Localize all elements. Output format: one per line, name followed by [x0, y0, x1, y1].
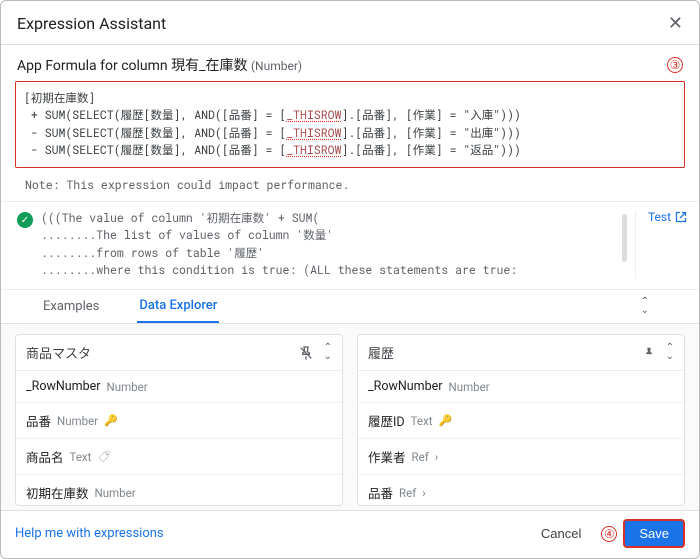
panel-collapse-toggle[interactable]: ⌃⌄ — [666, 344, 674, 361]
chevron-right-icon: › — [422, 486, 425, 500]
tab-data-explorer[interactable]: Data Explorer — [137, 290, 219, 323]
test-column: Test — [635, 210, 699, 279]
table-row[interactable]: 作業者Ref› — [358, 439, 684, 475]
table-row[interactable]: 品番Ref› — [358, 475, 684, 505]
table-row[interactable]: _RowNumberNumber — [358, 371, 684, 403]
chevron-right-icon: › — [435, 450, 438, 464]
column-list: _RowNumberNumber 履歴IDText🔑 作業者Ref› 品番Ref… — [358, 371, 684, 505]
test-link[interactable]: Test — [648, 210, 687, 224]
expression-validation-panel: ✓ (((The value of column '初期在庫数' + SUM( … — [1, 202, 699, 290]
tabs-collapse-toggle[interactable]: ⌃⌄ — [641, 298, 659, 315]
table-panel-header: 履歴 ⌃⌄ — [358, 335, 684, 371]
close-button[interactable]: ✕ — [668, 13, 683, 34]
table-name: 商品マスタ — [26, 343, 91, 362]
formula-context-label: App Formula for column 現有_在庫数 (Number) — [17, 55, 302, 75]
callout-badge-3: ③ — [667, 57, 683, 73]
panel-collapse-toggle[interactable]: ⌃⌄ — [324, 344, 332, 361]
pin-icon[interactable] — [642, 346, 656, 360]
subheader: App Formula for column 現有_在庫数 (Number) ③ — [1, 45, 699, 81]
table-row[interactable]: 履歴IDText🔑 — [358, 403, 684, 439]
tabs-bar: Examples Data Explorer ⌃⌄ — [1, 290, 699, 324]
cancel-button[interactable]: Cancel — [531, 520, 591, 547]
table-row[interactable]: 商品名Text🏷 — [16, 439, 342, 475]
table-name: 履歴 — [368, 343, 394, 362]
chevron-up-down-icon: ⌃⌄ — [641, 298, 649, 315]
table-row[interactable]: _RowNumberNumber — [16, 371, 342, 403]
data-explorer: 商品マスタ ⌃⌄ _RowNumberNumber 品番Number🔑 商品名T… — [1, 324, 699, 510]
column-list: _RowNumberNumber 品番Number🔑 商品名Text🏷 初期在庫… — [16, 371, 342, 505]
label-icon: 🏷 — [98, 450, 111, 464]
unpin-icon[interactable] — [298, 345, 314, 361]
performance-note: Note: This expression could impact perfo… — [1, 174, 699, 202]
thisrow-token: _THISROW — [286, 126, 341, 141]
key-icon: 🔑 — [104, 414, 118, 427]
validation-explanation: (((The value of column '初期在庫数' + SUM( ..… — [41, 210, 614, 279]
thisrow-token: _THISROW — [286, 143, 341, 158]
save-button[interactable]: Save — [623, 519, 685, 548]
table-panel-left: 商品マスタ ⌃⌄ _RowNumberNumber 品番Number🔑 商品名T… — [15, 334, 343, 506]
key-icon: 🔑 — [438, 414, 452, 427]
table-row[interactable]: 初期在庫数Number — [16, 475, 342, 505]
expression-editor[interactable]: [初期在庫数] + SUM(SELECT(履歴[数量], AND([品番] = … — [15, 81, 685, 168]
scrollbar[interactable] — [622, 214, 627, 262]
table-panel-right: 履歴 ⌃⌄ _RowNumberNumber 履歴IDText🔑 作業者Ref›… — [357, 334, 685, 506]
dialog-title: Expression Assistant — [17, 14, 166, 33]
open-external-icon — [675, 211, 687, 223]
callout-badge-4: ④ — [601, 526, 617, 542]
close-icon: ✕ — [668, 13, 683, 33]
thisrow-token: _THISROW — [286, 108, 341, 123]
table-row[interactable]: 品番Number🔑 — [16, 403, 342, 439]
table-panel-header: 商品マスタ ⌃⌄ — [16, 335, 342, 371]
help-link[interactable]: Help me with expressions — [15, 526, 164, 541]
check-circle-icon: ✓ — [17, 212, 33, 228]
dialog-header: Expression Assistant ✕ — [1, 1, 699, 45]
dialog-footer: Help me with expressions Cancel ④ Save — [1, 510, 699, 558]
tab-examples[interactable]: Examples — [41, 291, 101, 322]
